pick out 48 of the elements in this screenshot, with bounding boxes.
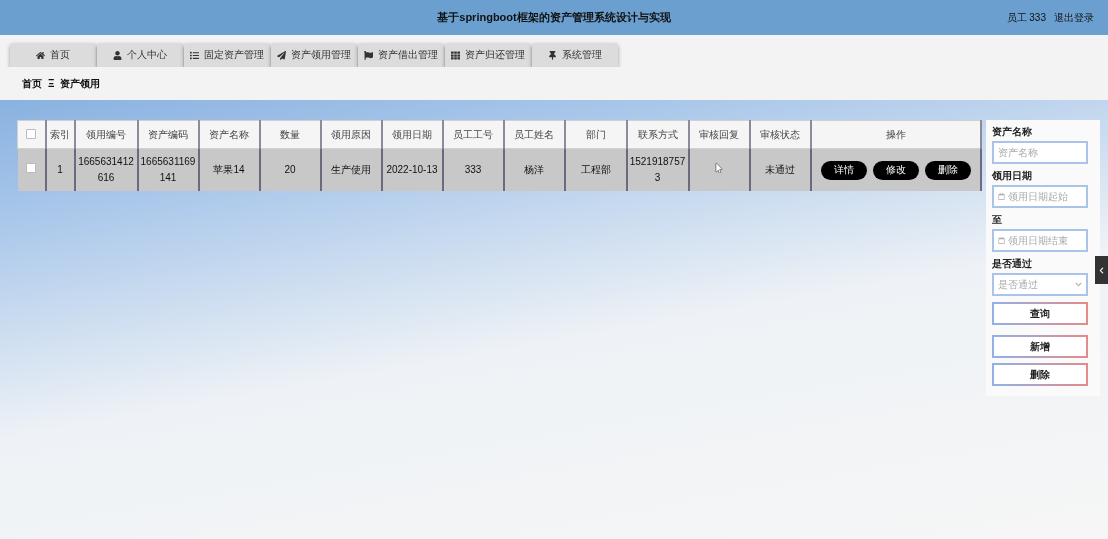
field-label: 领用日期 (991, 169, 1032, 183)
nav-tab[interactable]: 固定资产管理 (184, 43, 270, 67)
form-button[interactable]: 删除 (991, 363, 1088, 386)
column-header: 审核状态 (749, 120, 811, 149)
app-title: 基于springboot框架的资产管理系统设计与实现 (437, 10, 671, 25)
table-cell: 2022-10-13 (381, 148, 443, 191)
breadcrumb-current: 资产领用 (60, 76, 101, 91)
form-button[interactable]: 新增 (991, 335, 1088, 358)
logout-link[interactable]: 退出登录 (1054, 11, 1094, 25)
table-cell: 未通过 (749, 148, 811, 191)
column-header: 资产名称 (198, 120, 260, 149)
column-header: 员工姓名 (503, 120, 565, 149)
nav-tab[interactable]: 资产领用管理 (271, 43, 357, 67)
table-cell: 生产使用 (320, 148, 382, 191)
breadcrumb-home[interactable]: 首页 (22, 76, 42, 91)
table-cell: 杨洋 (503, 148, 565, 191)
column-header: 数量 (259, 120, 321, 149)
form-button[interactable]: 查询 (991, 302, 1088, 325)
column-header: 部门 (564, 120, 627, 149)
table-cell: 15219187573 (626, 148, 689, 191)
field-label: 是否通过 (991, 257, 1032, 271)
table-cell: 苹果14 (198, 148, 260, 191)
column-header: 索引 (45, 120, 75, 149)
table-cell: 1665631412616 (74, 148, 138, 191)
table-cell: 20 (259, 148, 321, 191)
breadcrumb-separator: Ξ (48, 78, 55, 89)
column-header: 领用日期 (381, 120, 443, 149)
column-header: 操作 (810, 120, 981, 149)
column-header: 资产编码 (137, 120, 199, 149)
action-button[interactable]: 详情 (820, 160, 867, 180)
field-label: 资产名称 (991, 125, 1032, 139)
action-button[interactable]: 修改 (872, 160, 919, 180)
table-cell: 工程部 (564, 148, 627, 191)
column-header: 审核回复 (688, 120, 750, 149)
column-header: 联系方式 (626, 120, 689, 149)
user-name: 员工 333 (1006, 11, 1046, 25)
column-header: 员工工号 (442, 120, 504, 149)
nav-tab[interactable]: 首页 (10, 43, 96, 67)
nav-tab[interactable]: 资产借出管理 (358, 43, 444, 67)
column-header: 领用原因 (320, 120, 382, 149)
action-button[interactable]: 删除 (924, 160, 971, 180)
nav-tab[interactable]: 资产归还管理 (445, 43, 531, 67)
nav-tab[interactable]: 个人中心 (97, 43, 183, 67)
table-cell: 333 (442, 148, 504, 191)
field-label: 至 (991, 213, 1002, 227)
nav-tab[interactable]: 系统管理 (532, 43, 618, 67)
table-cell: 1665631169141 (137, 148, 199, 191)
column-header: 领用编号 (74, 120, 138, 149)
